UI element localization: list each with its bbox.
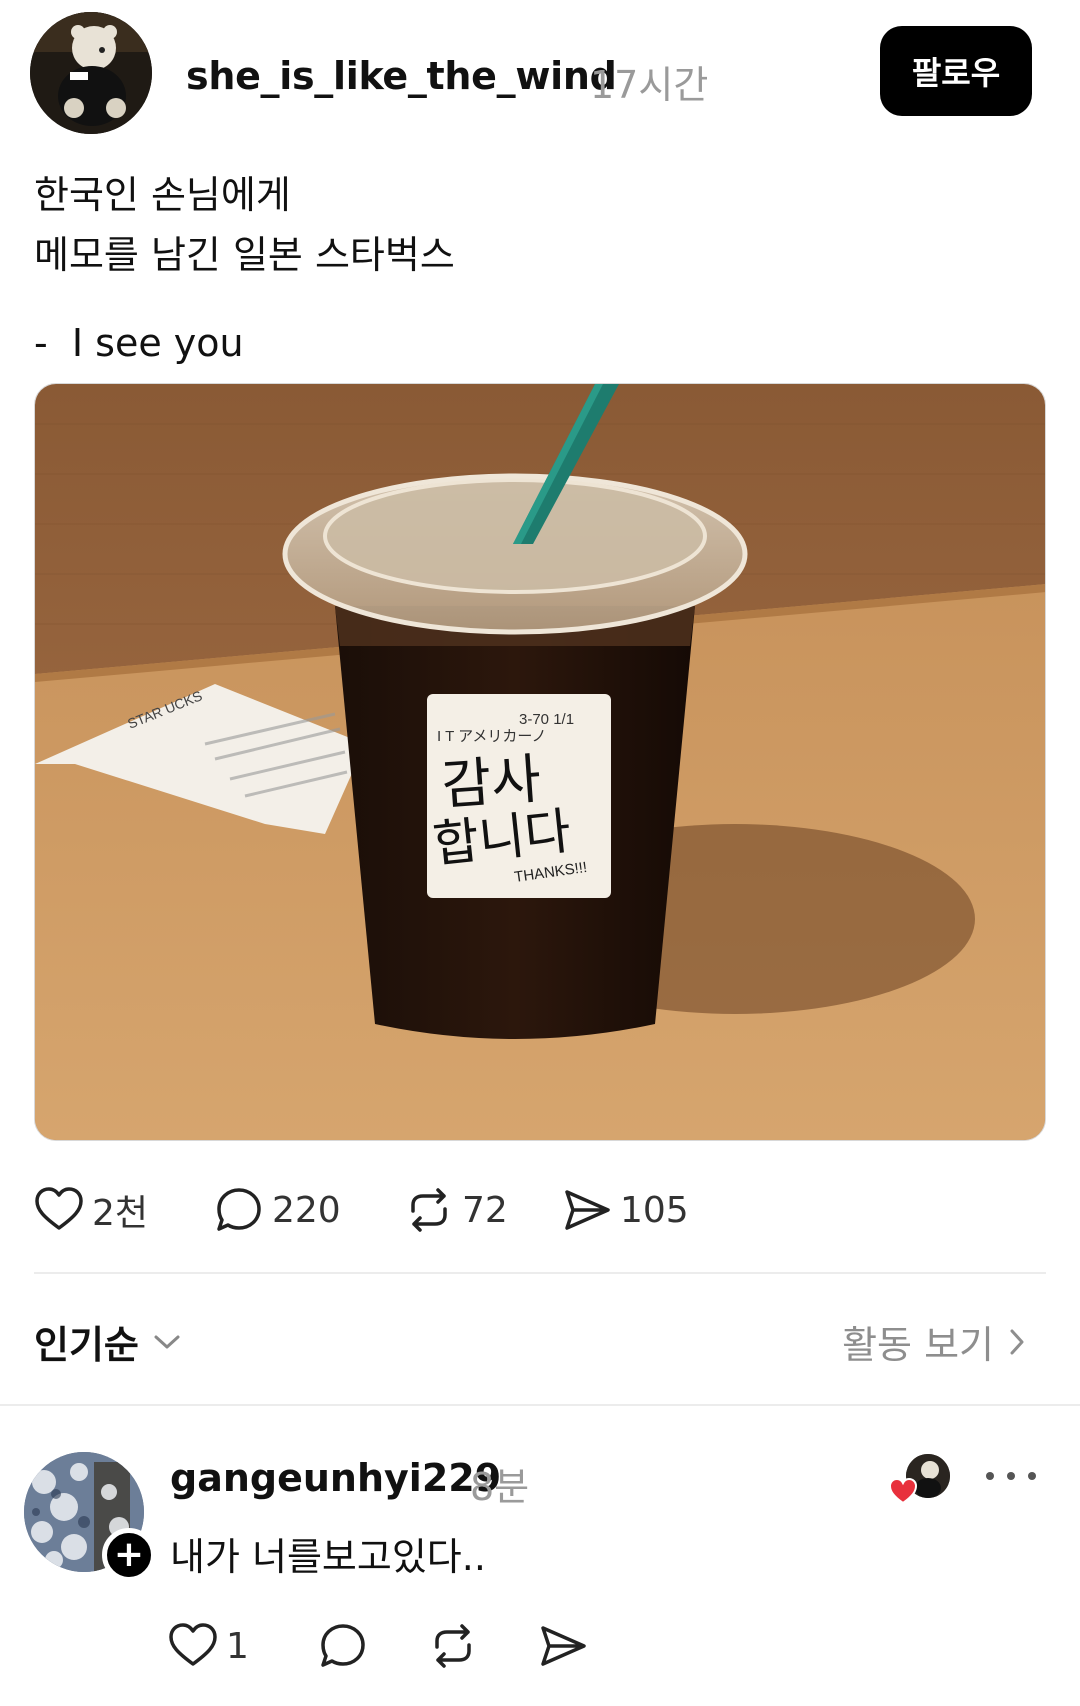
send-icon [541, 1626, 586, 1666]
plus-icon[interactable]: + [102, 1528, 156, 1582]
comment-text: 내가 너를보고있다.. [170, 1535, 486, 1579]
divider [34, 1272, 1046, 1274]
follow-button[interactable]: 팔로우 [880, 26, 1032, 116]
share-count: 105 [620, 1189, 689, 1231]
comment-share-button[interactable] [538, 1618, 588, 1674]
comment-repost-button[interactable] [428, 1618, 478, 1674]
comment-bubble-icon [217, 1188, 261, 1231]
repost-icon [411, 1188, 447, 1232]
post-time: 17시간 [590, 63, 709, 107]
caption-line-3: - I see you [34, 321, 244, 365]
caption-line-1: 한국인 손님에게 [34, 173, 291, 217]
sticker-code: 3-70 1/1 [519, 711, 574, 728]
comment-button[interactable]: 220 [214, 1182, 341, 1238]
sort-label: 인기순 [34, 1323, 139, 1367]
comment-time: 8분 [470, 1465, 530, 1509]
post-caption: 한국인 손님에게 메모를 남긴 일본 스타벅스 - I see you [34, 165, 455, 373]
comment-bubble-icon [321, 1624, 365, 1667]
share-button[interactable]: 105 [562, 1182, 689, 1238]
author-username[interactable]: she_is_like_the_wind [186, 54, 617, 98]
author-avatar[interactable] [30, 12, 152, 134]
chevron-right-icon [1010, 1329, 1024, 1354]
heart-filled-icon [888, 1477, 918, 1505]
sticker-item: I T アメリカーノ [437, 728, 546, 745]
heart-icon [169, 1623, 217, 1666]
send-icon [565, 1190, 610, 1230]
more-icon[interactable] [986, 1456, 1036, 1496]
caption-line-2: 메모를 남긴 일본 스타벅스 [34, 233, 455, 277]
divider [0, 1404, 1080, 1406]
post-header: she_is_like_the_wind 17시간 팔로우 [30, 12, 1050, 134]
post-photo[interactable]: STAR UCKS 3-70 1/1 I T アメリカーノ 감사 합니다 THA… [34, 383, 1046, 1141]
post-actions: 2천 220 72 105 [34, 1182, 1034, 1238]
repost-icon [435, 1624, 471, 1668]
repost-button[interactable]: 72 [404, 1182, 508, 1238]
heart-icon [35, 1187, 83, 1230]
like-button[interactable]: 2천 [34, 1182, 148, 1238]
like-count: 2천 [92, 1193, 149, 1234]
commenter-username[interactable]: gangeunhyi229 [170, 1456, 501, 1500]
comment-like-button[interactable]: 1 [168, 1618, 249, 1674]
chevron-down-icon [154, 1335, 180, 1348]
activity-label: 활동 보기 [842, 1323, 994, 1367]
sort-dropdown[interactable]: 인기순 [34, 1314, 181, 1369]
comment-actions: 1 [168, 1618, 668, 1674]
repost-count: 72 [462, 1189, 508, 1231]
comment-like-count: 1 [226, 1625, 249, 1667]
comment-reply-button[interactable] [318, 1618, 368, 1674]
comment-count: 220 [272, 1189, 341, 1231]
view-activity-link[interactable]: 활동 보기 [842, 1314, 1026, 1369]
